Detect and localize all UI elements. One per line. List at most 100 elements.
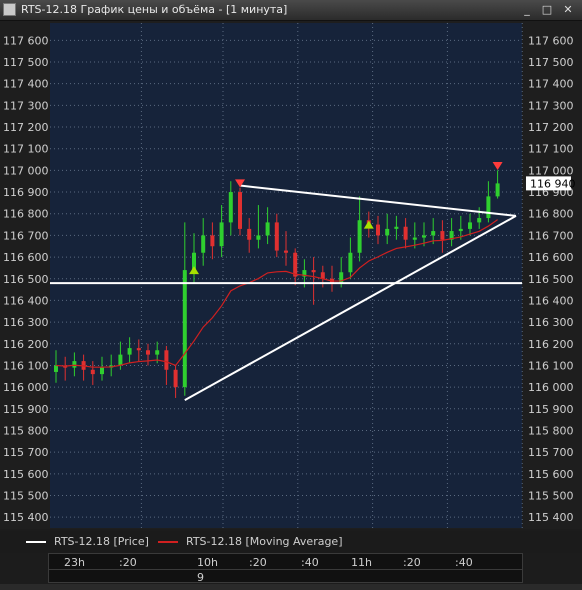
y-tick-label-left: 115 400 [3,511,49,524]
right-price-axis: 115 400 115 500 115 600 115 700 115 800 115 9… [528,34,574,524]
left-price-axis: 115 400 115 500 115 600 115 700 115 800 115 9… [3,34,49,524]
candle-body [284,250,288,253]
y-tick-label-left: 116 100 [3,359,49,372]
chart-window-icon [3,3,16,16]
time-tick: :40 [301,556,319,569]
candle-body [219,222,224,247]
candle-body [182,270,187,388]
y-tick-label-right: 116 100 [528,359,574,372]
candle-body [274,222,279,251]
time-tick: 10h [197,556,218,569]
time-tick: :20 [249,556,267,569]
candle-body [376,224,380,236]
y-tick-label-right: 116 200 [528,338,574,351]
candle-body [357,220,362,253]
y-tick-label-right: 115 700 [528,446,574,459]
y-tick-label-right: 117 200 [528,121,574,134]
candle-body [136,348,141,351]
maximize-button[interactable]: □ [539,3,555,17]
candle-body [256,235,261,240]
legend-moving-average: RTS-12.18 [Moving Average] [158,535,343,548]
y-tick-label-left: 117 100 [3,143,49,156]
candle-body [495,183,500,197]
candle-body [412,237,417,240]
y-tick-label-right: 116 500 [528,273,574,286]
y-tick-label-left: 116 700 [3,229,49,242]
last-price-value: 116 940 [530,177,576,190]
candle-body [247,228,252,240]
time-tick: 11h [351,556,372,569]
y-tick-label-left: 116 900 [3,186,49,199]
candle-body [293,252,298,277]
candle-body [118,354,123,366]
last-price-tag: 116 940 [526,176,576,191]
y-tick-label-right: 117 100 [528,143,574,156]
close-button[interactable]: ✕ [560,3,576,17]
candle-body [403,226,408,240]
y-tick-label-right: 115 500 [528,489,574,502]
candle-body [155,350,160,355]
legend: RTS-12.18 [Price] RTS-12.18 [Moving Aver… [0,531,582,553]
candle-body [431,231,436,236]
candle-body [348,252,353,273]
legend-ma-label: RTS-12.18 [Moving Average] [186,535,343,548]
chart-area[interactable]: 115 400 115 500 115 600 115 700 115 800 115 9… [0,21,582,529]
candle-body [228,192,233,223]
time-tick: :20 [119,556,137,569]
y-tick-label-left: 115 900 [3,403,49,416]
candle-body [440,231,445,240]
y-tick-label-left: 115 500 [3,489,49,502]
candle-body [385,228,390,236]
y-tick-label-left: 117 300 [3,99,49,112]
time-tick: 23h [64,556,85,569]
y-tick-label-right: 116 700 [528,229,574,242]
candle-body [210,235,215,247]
legend-ma-swatch [158,541,178,543]
candle-body [265,222,270,236]
candle-body [238,192,242,229]
y-tick-label-right: 117 000 [528,164,574,177]
y-tick-label-left: 116 600 [3,251,49,264]
y-tick-label-right: 115 800 [528,424,574,437]
time-axis[interactable]: 23h :20 10h :20 :40 11h :20 :40 9 [48,553,523,584]
window-title: RTS-12.18 График цены и объёма - [1 мину… [21,3,288,16]
candle-body [54,365,58,372]
candle-body [72,361,77,368]
candle-body [477,218,482,223]
y-tick-label-right: 116 400 [528,294,574,307]
y-tick-label-left: 117 200 [3,121,49,134]
y-tick-label-left: 116 300 [3,316,49,329]
y-tick-label-right: 115 400 [528,511,574,524]
candle-body [486,196,491,219]
candle-body [100,367,104,375]
horizontal-scrollbar[interactable] [0,584,582,590]
date-row: 9 [49,569,522,584]
title-bar[interactable]: RTS-12.18 График цены и объёма - [1 мину… [0,0,582,21]
y-tick-label-right: 117 400 [528,78,574,91]
y-tick-label-left: 115 600 [3,468,49,481]
y-tick-label-left: 117 600 [3,34,49,47]
candle-body [201,235,206,253]
y-tick-label-left: 117 500 [3,56,49,69]
price-chart[interactable]: 115 400 115 500 115 600 115 700 115 800 115 9… [0,21,582,529]
y-tick-label-left: 115 800 [3,424,49,437]
candle-body [468,222,472,229]
y-tick-label-right: 116 300 [528,316,574,329]
y-tick-label-right: 116 800 [528,208,574,221]
legend-price: RTS-12.18 [Price] [26,535,149,548]
date-label: 9 [197,571,204,584]
minimize-button[interactable]: _ [519,3,535,17]
y-tick-label-left: 116 200 [3,338,49,351]
y-tick-label-left: 116 000 [3,381,49,394]
y-tick-label-right: 115 600 [528,468,574,481]
candle-body [394,226,399,229]
time-tick: :20 [403,556,421,569]
y-tick-label-left: 115 700 [3,446,49,459]
y-tick-label-right: 117 300 [528,99,574,112]
y-tick-label-left: 116 400 [3,294,49,307]
y-tick-label-right: 115 900 [528,403,574,416]
candle-body [164,350,169,370]
candle-body [90,369,95,375]
y-tick-label-right: 117 600 [528,34,574,47]
legend-price-swatch [26,541,46,543]
